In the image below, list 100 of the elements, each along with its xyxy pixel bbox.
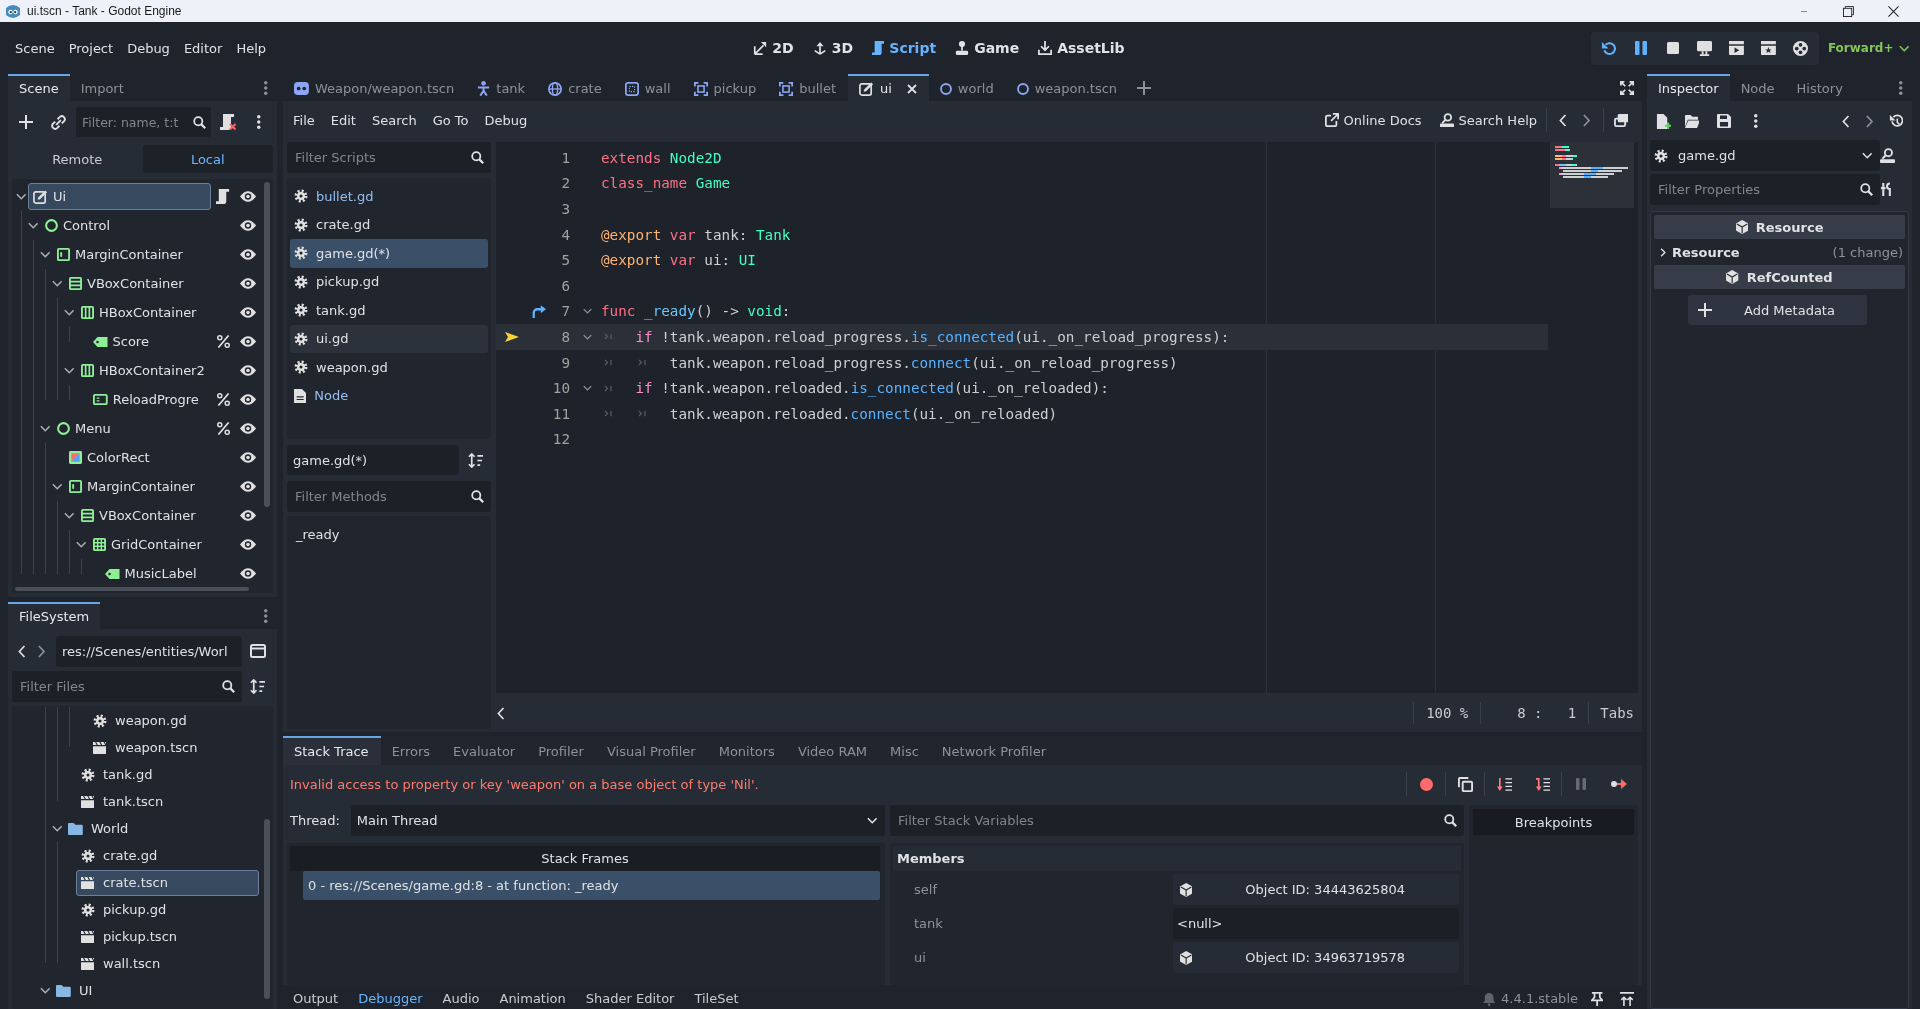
property-group[interactable]: Resource (1 change) — [1654, 239, 1905, 265]
tree-item[interactable]: World — [64, 815, 259, 842]
tree-item[interactable]: Score — [88, 328, 211, 355]
document-item[interactable]: weapon.gd — [290, 353, 488, 382]
document-item[interactable]: ui.gd — [290, 324, 488, 353]
tree-item[interactable]: Menu — [52, 415, 211, 442]
tool-tab[interactable]: Stack Trace — [283, 736, 381, 765]
caret-icon[interactable] — [39, 251, 51, 258]
tool-tab[interactable]: Misc — [879, 736, 931, 765]
filter-field[interactable]: Filter Stack Variables — [890, 805, 1464, 836]
step-over-icon[interactable] — [1534, 776, 1550, 792]
menubar-item[interactable]: Editor — [176, 34, 230, 62]
workspace-tab[interactable]: Script — [864, 33, 945, 63]
tree-item[interactable]: crate.tscn — [76, 869, 259, 896]
kebab-icon[interactable] — [1754, 114, 1758, 128]
eye-icon[interactable] — [240, 307, 256, 318]
add-metadata-button[interactable]: Add Metadata — [1688, 295, 1867, 325]
filter-field[interactable]: Filter: name, t:t — [76, 107, 211, 137]
filter-field[interactable]: Filter Files — [12, 670, 242, 702]
percent-icon[interactable] — [216, 422, 230, 435]
filter-field[interactable]: Filter Methods — [287, 481, 491, 512]
tool-tab[interactable]: Visual Profiler — [595, 736, 708, 765]
kebab-icon[interactable] — [264, 80, 268, 95]
dock-tab[interactable]: Inspector — [1647, 74, 1730, 101]
eye-icon[interactable] — [240, 278, 256, 289]
window-icon[interactable] — [249, 644, 266, 658]
tree-item[interactable]: VBoxContainer — [64, 270, 211, 297]
fold-caret-icon[interactable] — [583, 333, 592, 340]
menubar-item[interactable]: File — [285, 106, 323, 134]
thread-dropdown[interactable]: Main Thread — [350, 805, 885, 836]
filter-field[interactable]: Filter Properties — [1650, 174, 1880, 205]
eye-icon[interactable] — [240, 394, 256, 405]
tree-item[interactable]: MarginContainer — [52, 241, 211, 268]
tree-item[interactable]: pickup.tscn — [76, 923, 259, 950]
forward-icon[interactable] — [38, 644, 46, 658]
path-field[interactable]: res://Scenes/entities/Worl — [56, 635, 242, 667]
chain-link-icon[interactable] — [50, 114, 66, 130]
tree-item[interactable]: UI — [52, 977, 259, 1004]
eye-icon[interactable] — [240, 510, 256, 521]
eye-icon[interactable] — [240, 220, 256, 231]
eye-icon[interactable] — [240, 423, 256, 434]
code-minimap[interactable] — [1550, 142, 1634, 208]
filter-field[interactable]: Filter Scripts — [287, 142, 491, 173]
new-page-icon[interactable] — [1655, 113, 1671, 129]
mode-tab[interactable]: Local — [142, 145, 273, 173]
caret-icon[interactable] — [51, 825, 63, 832]
fullscreen-icon[interactable] — [1620, 80, 1634, 95]
sort-icon[interactable] — [250, 678, 265, 694]
caret-icon[interactable] — [63, 367, 75, 374]
caret-icon[interactable] — [51, 280, 63, 287]
caret-icon[interactable] — [15, 193, 27, 200]
mode-tab[interactable]: Remote — [12, 145, 143, 173]
caret-icon[interactable] — [27, 222, 39, 229]
expand-icon[interactable] — [1620, 991, 1634, 1006]
scroll-cross-icon[interactable] — [220, 114, 236, 130]
bottom-panel-tab[interactable]: TileSet — [684, 988, 749, 1009]
workspace-tab[interactable]: Game — [947, 33, 1028, 63]
circular-arrow-icon[interactable] — [1601, 40, 1617, 56]
bottom-panel-tab[interactable]: Animation — [489, 988, 576, 1009]
tree-item[interactable]: tank.tscn — [76, 788, 259, 815]
document-tab[interactable]: world — [928, 74, 1006, 101]
tree-item[interactable]: crate.gd — [76, 842, 259, 869]
document-item[interactable]: bullet.gd — [290, 182, 488, 211]
document-tab[interactable]: Weapon/weapon.tscn — [283, 74, 467, 101]
caret-icon[interactable] — [39, 987, 51, 994]
tool-tab[interactable]: Video RAM — [786, 736, 880, 765]
menubar-item[interactable]: Debug — [476, 106, 536, 134]
menubar-item[interactable]: Scene — [8, 34, 62, 62]
document-tab[interactable]: weapon.tscn — [1005, 74, 1130, 101]
back-icon[interactable] — [1559, 113, 1567, 127]
tree-item[interactable]: HBoxContainer — [76, 299, 211, 326]
document-item[interactable]: game.gd(*) — [290, 239, 488, 268]
monitor-icon[interactable] — [1697, 40, 1713, 56]
tree-item[interactable]: wall.tscn — [76, 950, 259, 977]
back-icon[interactable] — [1842, 114, 1850, 128]
sort-icon[interactable] — [467, 452, 483, 468]
caret-icon[interactable] — [75, 541, 87, 548]
folder-icon[interactable] — [1684, 114, 1700, 128]
scrollbar[interactable] — [264, 819, 270, 999]
windows-icon[interactable] — [1613, 113, 1629, 127]
magnifier-icon[interactable] — [1880, 148, 1895, 163]
docs-button[interactable]: Search Help — [1430, 105, 1546, 135]
pin-icon[interactable] — [1590, 991, 1604, 1006]
zoom-level[interactable]: 100 % — [1414, 705, 1481, 721]
docs-button[interactable]: Online Docs — [1315, 105, 1431, 135]
scrollbar[interactable] — [15, 587, 249, 591]
renderer-dropdown[interactable]: Forward+ — [1824, 33, 1912, 63]
workspace-tab[interactable]: 3D — [804, 33, 862, 63]
tree-item[interactable]: Control — [40, 212, 211, 239]
document-item[interactable]: tank.gd — [290, 296, 488, 325]
object-selector[interactable]: game.gd — [1650, 140, 1880, 171]
tool-tab[interactable]: Monitors — [707, 736, 787, 765]
eye-icon[interactable] — [240, 539, 256, 550]
tree-item[interactable]: tank.gd — [76, 761, 259, 788]
document-tab[interactable]: ui — [848, 74, 929, 101]
pointer-arrow-icon[interactable] — [505, 331, 519, 342]
method-item[interactable]: _ready — [290, 520, 488, 548]
dot-arrow-icon[interactable] — [1611, 779, 1627, 789]
eye-icon[interactable] — [240, 365, 256, 376]
percent-icon[interactable] — [216, 335, 230, 348]
